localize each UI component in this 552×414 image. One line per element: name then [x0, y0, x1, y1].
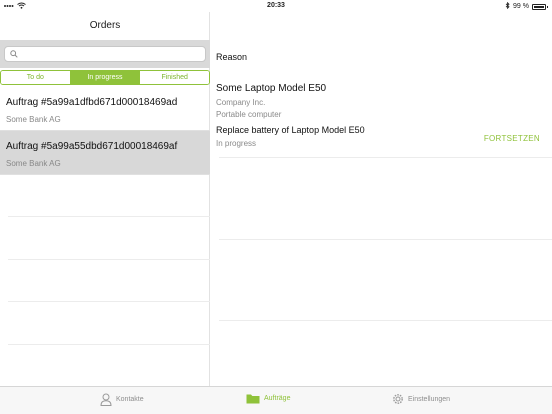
tab-label: Einstellungen — [408, 395, 451, 403]
orders-pane: Orders To do In progress Finished Auftra… — [0, 12, 210, 386]
reason-label: Reason — [216, 52, 248, 62]
order-subtitle: Some Bank AG — [6, 159, 61, 168]
status-bar: 20:33 99 % — [0, 0, 552, 12]
gear-icon — [393, 394, 403, 404]
folder-icon — [246, 394, 260, 404]
segment-todo[interactable]: To do — [1, 71, 71, 84]
battery-fill — [534, 5, 544, 8]
search-icon — [10, 50, 18, 58]
segment-in-progress[interactable]: In progress — [70, 71, 141, 84]
continue-button[interactable]: FORTSETZEN — [484, 134, 540, 143]
segment-finished[interactable]: Finished — [140, 71, 209, 84]
status-time: 20:33 — [267, 2, 285, 9]
battery-icon — [532, 3, 548, 10]
empty-row-divider — [8, 301, 210, 302]
search-input[interactable] — [21, 48, 201, 60]
order-row-selected[interactable]: Auftrag #5a99a55dbd671d00018469af Some B… — [0, 131, 210, 175]
detail-divider — [219, 239, 552, 240]
task-title: Replace battery of Laptop Model E50 — [216, 125, 365, 135]
search-box[interactable] — [4, 46, 206, 62]
order-detail-pane: Reason Some Laptop Model E50 Company Inc… — [211, 12, 552, 386]
order-title: Auftrag #5a99a55dbd671d00018469af — [6, 141, 178, 152]
tab-label: Aufträge — [264, 395, 291, 402]
tab-orders[interactable]: Aufträge — [246, 393, 290, 404]
tab-settings[interactable]: Einstellungen — [392, 393, 450, 405]
empty-row-divider — [8, 344, 210, 345]
empty-row-divider — [8, 259, 210, 260]
detail-divider — [219, 157, 552, 158]
status-right: 99 % — [505, 1, 548, 11]
page-title: Orders — [89, 20, 121, 31]
tab-contacts[interactable]: Kontakte — [100, 393, 144, 406]
order-title: Auftrag #5a99a1dfbd671d00018469ad — [6, 97, 178, 108]
device-category: Portable computer — [216, 110, 282, 119]
task-status: In progress — [216, 139, 257, 148]
device-model: Some Laptop Model E50 — [216, 83, 327, 94]
tab-label: Kontakte — [116, 396, 144, 403]
device-company: Company Inc. — [216, 98, 266, 107]
person-icon — [100, 393, 112, 406]
battery-percent: 99 % — [513, 3, 529, 10]
order-row[interactable]: Auftrag #5a99a1dfbd671d00018469ad Some B… — [0, 87, 210, 131]
empty-row-divider — [8, 216, 210, 217]
order-subtitle: Some Bank AG — [6, 115, 61, 124]
tab-bar: Kontakte Aufträge Einstellungen — [0, 386, 552, 414]
search-bar — [0, 40, 210, 68]
detail-divider — [219, 320, 552, 321]
status-segmented-control: To do In progress Finished — [0, 70, 210, 85]
bluetooth-icon — [505, 1, 510, 11]
